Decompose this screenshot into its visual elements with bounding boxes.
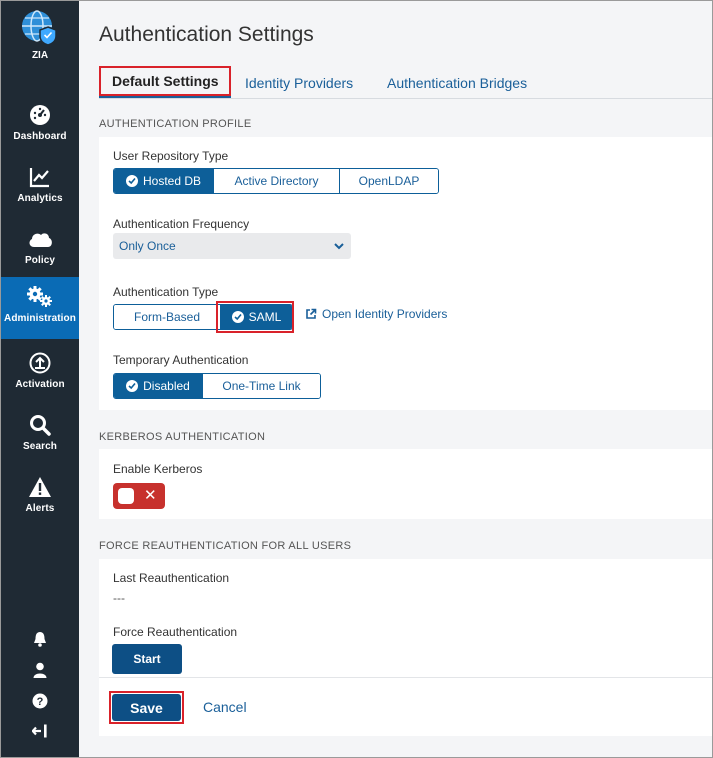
sidebar-item-dashboard[interactable]: Dashboard: [1, 95, 79, 157]
tab-bar: Default Settings Identity Providers Auth…: [99, 66, 712, 99]
enable-kerberos-label: Enable Kerberos: [113, 462, 203, 476]
sidebar-item-label: Analytics: [17, 193, 63, 204]
option-disabled[interactable]: Disabled: [114, 374, 202, 398]
last-reauth-label: Last Reauthentication: [113, 571, 230, 585]
gears-icon: [26, 283, 54, 311]
sidebar-item-alerts[interactable]: Alerts: [1, 467, 79, 529]
sidebar: ZIA Dashboard Analytics Policy Administr…: [1, 1, 79, 757]
cancel-button[interactable]: Cancel: [203, 699, 247, 715]
sidebar-item-activation[interactable]: Activation: [1, 343, 79, 405]
sidebar-item-analytics[interactable]: Analytics: [1, 157, 79, 219]
help-icon[interactable]: ?: [29, 690, 51, 712]
option-one-time-link[interactable]: One-Time Link: [202, 374, 320, 398]
chevron-down-icon: [334, 243, 344, 250]
upload-circle-icon: [29, 349, 51, 377]
sidebar-item-label: Activation: [15, 379, 65, 390]
sidebar-item-label: Policy: [24, 255, 56, 266]
dashboard-gauge-icon: [29, 101, 51, 129]
toggle-knob: [118, 488, 134, 504]
sidebar-item-label: Search: [23, 441, 57, 452]
option-label: Disabled: [143, 379, 190, 393]
tab-identity-providers[interactable]: Identity Providers: [245, 67, 353, 98]
toggle-off-icon: ✕: [144, 487, 157, 504]
option-label: Hosted DB: [142, 174, 202, 188]
temp-auth-label: Temporary Authentication: [113, 353, 249, 367]
auth-frequency-label: Authentication Frequency: [113, 217, 250, 231]
tab-label: Authentication Bridges: [387, 74, 528, 91]
option-label: Active Directory: [234, 174, 319, 188]
highlight-box: [216, 301, 294, 333]
temp-auth-selector: Disabled One-Time Link: [113, 373, 321, 399]
force-reauth-label: Force Reauthentication: [113, 625, 238, 639]
dropdown-value: Only Once: [119, 239, 176, 253]
globe-shield-icon: [22, 10, 57, 46]
user-repository-label: User Repository Type: [113, 149, 229, 163]
user-repository-selector: Hosted DB Active Directory OpenLDAP: [113, 168, 439, 194]
save-button[interactable]: Save: [112, 694, 181, 721]
auth-profile-card: User Repository Type Hosted DB Active Di…: [99, 137, 712, 410]
check-circle-icon: [125, 175, 138, 187]
svg-text:?: ?: [37, 696, 44, 708]
sidebar-item-label: Dashboard: [13, 131, 67, 142]
tab-label: Default Settings: [112, 73, 219, 89]
option-label: OpenLDAP: [358, 174, 420, 188]
bell-icon[interactable]: [29, 628, 51, 650]
sidebar-item-label: Alerts: [25, 503, 55, 514]
logo-label: ZIA: [31, 50, 49, 61]
sidebar-item-label: Administration: [4, 313, 76, 324]
option-form-based[interactable]: Form-Based: [114, 305, 220, 329]
external-link-icon: [306, 308, 317, 319]
sign-out-icon[interactable]: [29, 720, 51, 742]
reauth-card: Last Reauthentication --- Force Reauthen…: [99, 559, 712, 736]
auth-frequency-dropdown[interactable]: Only Once: [113, 233, 351, 259]
sidebar-item-search[interactable]: Search: [1, 405, 79, 467]
option-label: One-Time Link: [222, 379, 301, 393]
option-active-directory[interactable]: Active Directory: [213, 169, 339, 193]
divider: [99, 677, 712, 678]
sidebar-item-administration[interactable]: Administration: [1, 277, 79, 339]
option-hosted-db[interactable]: Hosted DB: [114, 169, 213, 193]
page-title: Authentication Settings: [99, 23, 314, 46]
app-logo[interactable]: ZIA: [1, 7, 79, 81]
sidebar-item-policy[interactable]: Policy: [1, 219, 79, 281]
cloud-icon: [27, 225, 53, 253]
option-label: Form-Based: [133, 310, 201, 324]
alert-triangle-icon: [28, 473, 52, 501]
search-icon: [29, 411, 51, 439]
check-circle-icon: [126, 380, 139, 392]
section-title-kerberos: KERBEROS AUTHENTICATION: [99, 431, 266, 443]
start-button[interactable]: Start: [112, 644, 182, 674]
auth-type-label: Authentication Type: [113, 285, 219, 299]
enable-kerberos-toggle[interactable]: ✕: [113, 483, 165, 509]
user-icon[interactable]: [29, 659, 51, 681]
main-content: Authentication Settings Default Settings…: [79, 1, 712, 757]
link-label: Open Identity Providers: [322, 307, 448, 321]
tab-authentication-bridges[interactable]: Authentication Bridges: [387, 67, 527, 98]
tab-label: Identity Providers: [245, 74, 354, 91]
section-title-reauth: FORCE REAUTHENTICATION FOR ALL USERS: [99, 540, 352, 552]
last-reauth-value: ---: [113, 591, 125, 605]
analytics-chart-icon: [29, 163, 51, 191]
option-openldap[interactable]: OpenLDAP: [339, 169, 438, 193]
open-identity-providers-link[interactable]: Open Identity Providers: [305, 307, 447, 321]
kerberos-card: Enable Kerberos ✕: [99, 449, 712, 519]
section-title-auth-profile: AUTHENTICATION PROFILE: [99, 118, 252, 130]
tab-default-settings[interactable]: Default Settings: [99, 66, 231, 98]
